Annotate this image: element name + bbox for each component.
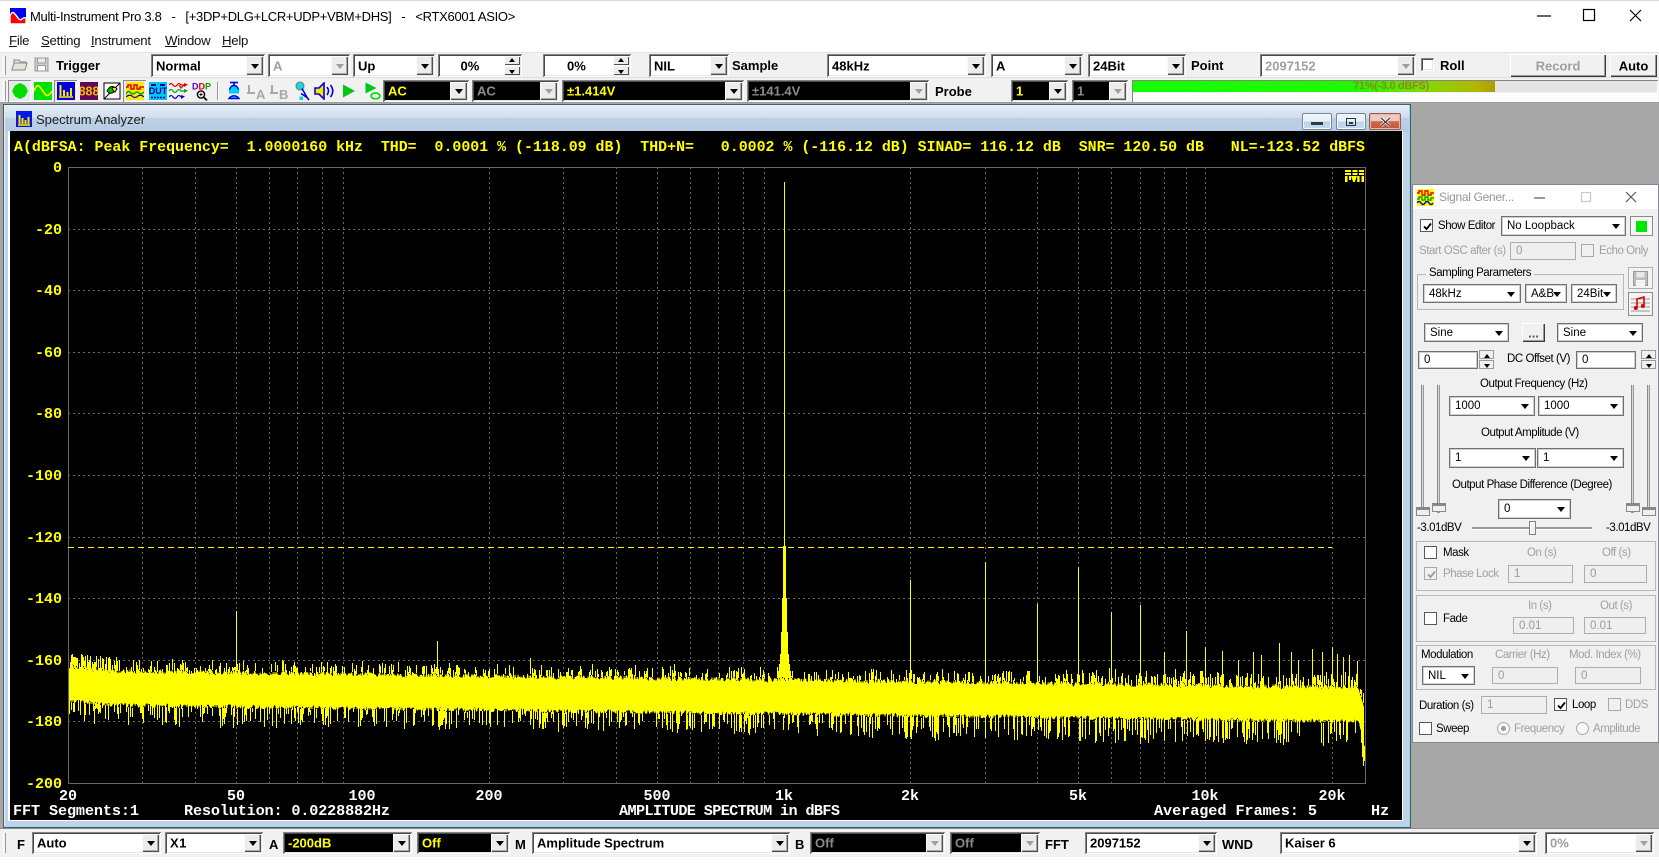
svg-text:-140: -140 — [26, 591, 62, 608]
svg-text:888: 888 — [80, 85, 98, 99]
svg-text:-160: -160 — [26, 653, 62, 670]
svg-text:2k: 2k — [901, 788, 919, 805]
svg-text:-80: -80 — [35, 406, 62, 423]
svg-text:AMPLITUDE SPECTRUM in dBFS: AMPLITUDE SPECTRUM in dBFS — [619, 802, 840, 820]
svg-text:-180: -180 — [26, 714, 62, 731]
svg-text:20k: 20k — [1318, 788, 1345, 805]
svg-text:DUT: DUT — [149, 86, 167, 96]
svg-text:-20: -20 — [35, 222, 62, 239]
svg-text:-40: -40 — [35, 283, 62, 300]
svg-text:A: A — [256, 87, 266, 100]
svg-text:5k: 5k — [1069, 788, 1087, 805]
svg-text:200: 200 — [475, 788, 502, 805]
svg-text:-200: -200 — [26, 776, 62, 793]
svg-text:-100: -100 — [26, 468, 62, 485]
svg-text:DDP: DDP — [192, 82, 211, 92]
svg-text:-60: -60 — [35, 345, 62, 362]
svg-text:A(dBFSA: Peak Frequency= 1.00: A(dBFSA: Peak Frequency= 1.0000160 kHz T… — [14, 138, 1365, 156]
svg-text:0: 0 — [53, 160, 62, 177]
svg-text:FFT Segments:1: FFT Segments:1 — [13, 802, 139, 820]
svg-text:Averaged Frames: 5: Averaged Frames: 5 — [1154, 802, 1317, 820]
svg-text:B: B — [279, 87, 288, 100]
svg-text:Resolution: 0.0228882Hz: Resolution: 0.0228882Hz — [184, 802, 390, 820]
svg-text:-120: -120 — [26, 530, 62, 547]
svg-text:Hz: Hz — [1371, 802, 1389, 820]
